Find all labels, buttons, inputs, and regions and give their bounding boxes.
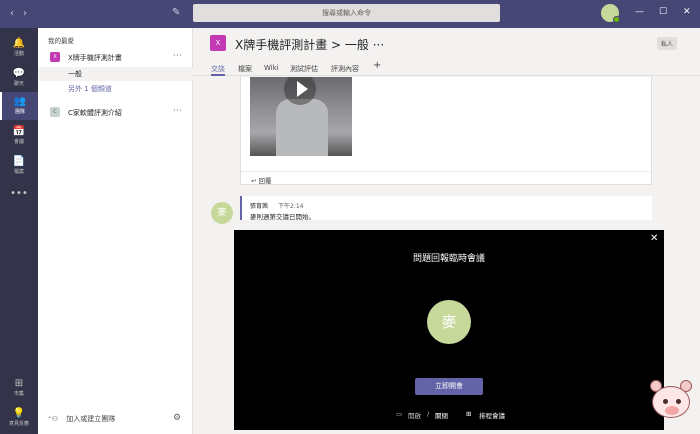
team-row-c[interactable]: C C家軟體評測介紹 ··· (38, 104, 193, 120)
rail-files[interactable]: 📄 檔案 (0, 152, 38, 180)
more-channels-link[interactable]: 另外 1 個頻道 (38, 82, 193, 96)
rail-teams[interactable]: 👥 團隊 (0, 92, 38, 120)
channel-header: X X牌手機評測計畫 > 一般 ··· 私人 交談 檔案 Wiki 測試評估 評… (193, 28, 700, 76)
compose-icon[interactable]: ✎ (172, 7, 180, 18)
page-title: X牌手機評測計畫 > 一般 ··· (235, 38, 385, 52)
meeting-dialog: ✕ 問題回報臨時會議 麥 立即開會 ▭ 開啟 / 關閉 ⊞ 排程會議 (234, 230, 664, 430)
join-team-button[interactable]: ⁺⚇ 加入或建立團隊 (48, 414, 115, 424)
rail-store[interactable]: ⊞ 市集 (0, 374, 38, 402)
team-tile: X (210, 35, 226, 51)
add-tab-button[interactable]: + (373, 60, 381, 71)
rail-more[interactable]: ••• (0, 184, 38, 212)
rail-label: 意見反應 (8, 421, 29, 427)
rail-activity[interactable]: 🔔 活動 (0, 34, 38, 62)
add-team-icon: ⁺⚇ (48, 415, 58, 423)
back-icon[interactable]: ‹ (10, 8, 14, 19)
tab-files[interactable]: 檔案 (238, 64, 252, 76)
schedule-meeting-button[interactable]: 排程會議 (479, 410, 505, 420)
tab-wiki[interactable]: Wiki (264, 64, 279, 76)
bell-icon: 🔔 (12, 38, 26, 49)
message-text: 麥則週第交議已開始。 (250, 213, 315, 221)
rail-label: 會議 (13, 139, 24, 145)
reply-label: ↩ 回覆 (251, 177, 272, 185)
search-input[interactable]: 搜尋或輸入命令 (193, 4, 500, 22)
avatar[interactable]: 麥 (211, 202, 233, 224)
team-name: X牌手機評測計畫 (68, 54, 122, 62)
more-options-icon[interactable]: ··· (173, 51, 182, 60)
video-person (276, 99, 328, 156)
rail-label: 市集 (13, 391, 24, 397)
tab-review-content[interactable]: 評測內容 (331, 64, 359, 76)
reply-button[interactable]: ↩ 回覆 (241, 171, 651, 185)
rail-label: 聊天 (13, 81, 24, 87)
close-icon[interactable]: ✕ (650, 233, 658, 244)
lightbulb-icon: 💡 (12, 408, 26, 419)
meeting-title: 問題回報臨時會議 (412, 254, 485, 264)
avatar: 麥 (427, 300, 471, 344)
team-tile: X (50, 52, 60, 62)
meet-now-button[interactable]: 立即開會 (415, 378, 483, 395)
private-badge: 私人 (657, 37, 678, 50)
rail-label: 檔案 (13, 169, 24, 175)
tab-test-eval[interactable]: 測試評估 (290, 64, 318, 76)
minimize-button[interactable]: — (635, 7, 644, 17)
more-icon: ••• (10, 188, 28, 199)
calendar-icon: 📅 (12, 126, 26, 137)
rail-label: 團隊 (14, 109, 25, 115)
message-time: 下午2:14 (278, 203, 304, 210)
forward-icon[interactable]: › (23, 8, 27, 19)
pig-mascot-icon (648, 380, 694, 424)
tab-conversations[interactable]: 交談 (211, 64, 225, 76)
maximize-button[interactable]: ☐ (659, 7, 667, 17)
channel-general[interactable]: 一般 (38, 67, 193, 81)
camera-off-toggle[interactable]: 關閉 (435, 410, 448, 420)
message-card: ↩ 回覆 (240, 77, 652, 185)
team-name: C家軟體評測介紹 (68, 109, 122, 117)
rail-meetings[interactable]: 📅 會議 (0, 122, 38, 150)
favorites-heading: 我的最愛 (48, 37, 74, 45)
rail-label: 活動 (13, 51, 24, 57)
message-author: 張育茜 (250, 203, 269, 210)
file-icon: 📄 (12, 156, 26, 167)
presence-status-icon (613, 16, 620, 23)
close-window-button[interactable]: ✕ (683, 7, 691, 17)
divider: / (427, 410, 430, 418)
teams-icon: 👥 (13, 96, 27, 107)
more-options-icon[interactable]: ··· (173, 106, 182, 115)
team-tile: C (50, 107, 60, 117)
join-team-label: 加入或建立團隊 (66, 415, 116, 423)
title-bar: ‹ › ✎ 搜尋或輸入命令 — ☐ ✕ (0, 0, 700, 28)
rail-feedback[interactable]: 💡 意見反應 (0, 404, 38, 432)
store-icon: ⊞ (14, 378, 24, 389)
gear-icon[interactable]: ⚙ (173, 413, 181, 423)
video-thumbnail[interactable] (250, 77, 352, 156)
schedule-icon[interactable]: ⊞ (466, 410, 471, 418)
camera-on-toggle[interactable]: 開啟 (408, 410, 421, 420)
app-rail: 🔔 活動 💬 聊天 👥 團隊 📅 會議 📄 檔案 ••• ⊞ 市集 💡 意見反應 (0, 28, 38, 434)
camera-icon[interactable]: ▭ (396, 410, 402, 418)
team-row-x[interactable]: X X牌手機評測計畫 ··· (38, 49, 193, 65)
message-card: 張育茜 下午2:14 麥則週第交議已開始。 (240, 196, 652, 221)
chat-icon: 💬 (12, 68, 26, 79)
rail-chat[interactable]: 💬 聊天 (0, 64, 38, 92)
teams-list-panel: 我的最愛 X X牌手機評測計畫 ··· 一般 另外 1 個頻道 C C家軟體評測… (38, 28, 193, 434)
